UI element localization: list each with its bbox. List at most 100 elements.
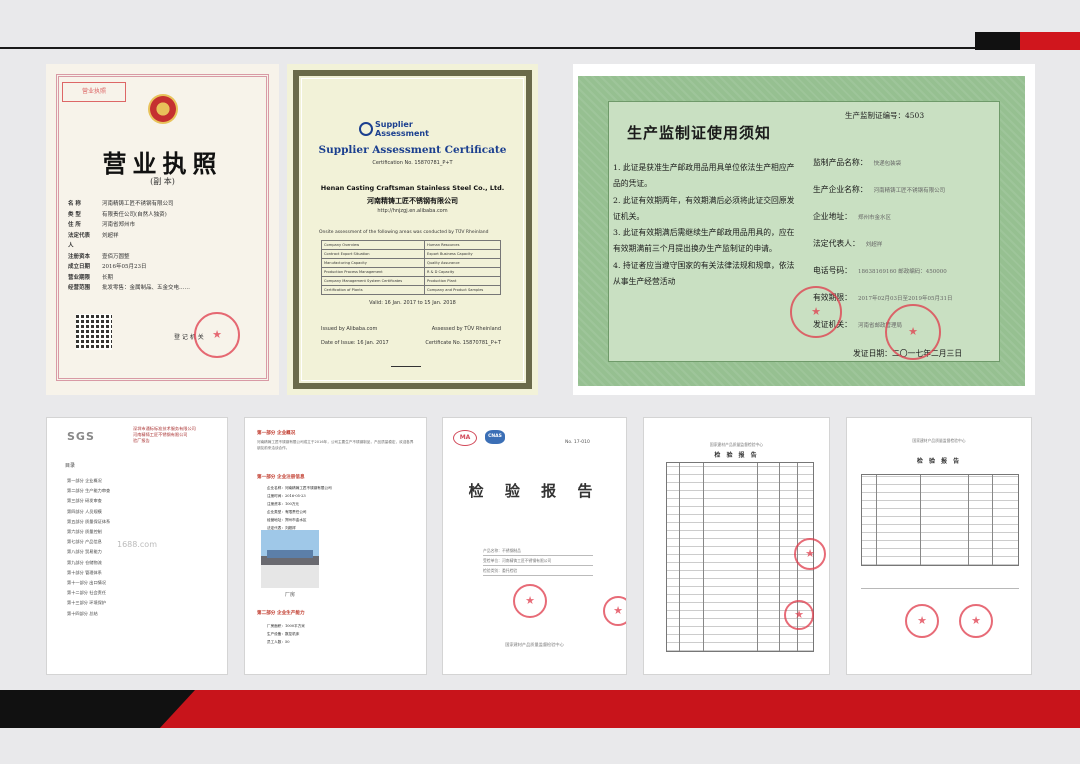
prod-field: 法定代表人： 刘超祥 [813,231,1013,258]
inspection-table-card-2: 国家建材产品质量监督检验中心 检 验 报 告 [847,418,1031,674]
license-row-value: 刘超祥 [102,232,119,239]
license-top-stamp: 营业执照 [62,82,126,102]
business-license-card: 营业执照 营业执照 (副 本) 名 称 河南精铸工匠不锈钢有限公司类 型 有限责任公… [46,64,279,395]
signature-line [391,354,421,367]
red-seal-icon [603,596,626,626]
assessment-cell: Export Business Capacity [424,249,501,259]
red-seal-icon [794,538,826,570]
table1-title: 检 验 报 告 [714,452,759,459]
prod-field-key: 生产企业名称： [813,185,868,194]
prod-cert-no: 生产监制证编号：4503 [845,110,924,121]
prod-field-key: 企业地址： [813,212,852,221]
prod-field: 监制产品名称： 快递包装袋 [813,150,1013,177]
supplier-assessment-card: Supplier Assessment Supplier Assessment … [287,64,538,395]
toc-item: 第十一部分 出口情况 [67,580,107,586]
license-row-value: 2016年05月23日 [102,264,147,270]
toc-item: 第六部分 质量控制 [67,529,102,535]
prod-field-key: 法定代表人： [813,239,860,248]
tuv-logo-icon [359,122,373,136]
profile-kv-item: 员工人数：50 [267,640,290,644]
license-rows: 名 称 河南精铸工匠不锈钢有限公司类 型 有限责任公司(自然人独资) 住 所 河南省郑州… [68,199,258,294]
assessment-cell: Production Plant [424,276,501,286]
supplier-footer-2: Date of Issue: 16 Jan. 2017 Certificate … [321,340,501,346]
assessment-table: Company Overview Human Resources Contract … [320,240,501,295]
red-seal-icon [959,604,993,638]
supplier-company-en: Henan Casting Craftsman Stainless Steel … [320,184,505,192]
assessment-cell: Company and Product Samples [424,285,501,295]
profile-kv-item: 生产设备：数控机床 [267,632,300,636]
assessment-cell: Production Process Management [320,267,426,277]
supplier-cert-no: Certification No. 15870781_P+T [372,160,453,166]
prod-cert-no-value: 4503 [905,111,925,120]
photo-caption: 厂房 [285,592,296,598]
license-row-value: 河南省郑州市 [102,222,136,228]
divider-line [861,588,1019,589]
report-line: 产品名称：不锈钢制品 [483,546,593,556]
prod-field-value: 郑州市金水区 [857,215,891,221]
report-title: 检 验 报 告 [468,482,601,500]
table2-title: 检 验 报 告 [916,458,962,465]
license-row-value: 壹佰万圆整 [102,253,130,260]
license-row-value: 批发零售：金属制品、五金交电…… [102,285,191,291]
license-row-value: 河南精铸工匠不锈钢有限公司 [102,201,174,207]
assessment-cell: Contract Export Situation [320,249,426,259]
prod-rules: 1. 此证是获准生产邮政用品用具单位依法生产相应产品的凭证。 2. 此证有效期两年… [613,160,798,290]
license-row: 名 称 河南精铸工匠不锈钢有限公司 [68,199,258,210]
license-row-value: 长期 [102,274,114,281]
prod-title: 生产监制证使用须知 [627,124,772,142]
assessment-cell: Company Overview [320,240,426,250]
license-row-value: 有限责任公司(自然人独资) [102,211,167,218]
assessment-cell: Company Management System Certificates [320,276,426,286]
prod-rule: 4. 持证者应当遵守国家的有关法律法规和规章，依法从事生产经营活动 [613,260,795,287]
assessment-row: Manufacturing Capacity Quality Assurance [320,258,501,268]
date-of-issue: Date of Issue: 16 Jan. 2017 [321,340,389,346]
prod-field-value: 18638169160 邮政编码：450000 [857,269,947,275]
license-row-key: 注册资本 [68,253,91,260]
toc-item: 第十三部分 环境保护 [67,600,107,606]
issued-by: Issued by Alibaba.com [321,326,378,332]
license-row: 注册资本 壹佰万圆整 [68,252,258,263]
prod-rule: 1. 此证是获准生产邮政用品用具单位依法生产相应产品的凭证。 [613,163,795,189]
red-seal-icon [905,604,939,638]
logo-line-1: Supplier [375,120,413,129]
license-row-key: 法定代表人 [68,232,91,250]
profile-kv-item: 注册资本：100万元 [267,502,300,506]
prod-field-value: 刘超祥 [865,242,883,248]
supplier-company-cn: 河南精铸工匠不锈钢有限公司 [367,196,458,205]
license-row: 营业期限 长期 [68,273,258,284]
assessment-cell: Human Resources [424,240,501,250]
top-black-accent [975,32,1020,50]
production-license-card: 生产监制证使用须知 生产监制证编号：4503 1. 此证是获准生产邮政用品用具单… [573,64,1035,395]
sgs-header: 深圳市通标标准技术服务有限公司 河南精铸工匠不锈钢有限公司 验厂报告 [133,426,196,443]
report-line: 受检单位：河南精铸工匠不锈钢有限公司 [483,556,593,566]
ma-logo-icon: MA [453,430,477,446]
license-row: 类 型 有限责任公司(自然人独资) [68,210,258,221]
supplier-valid: Valid: 16 Jan. 2017 to 15 Jan. 2018 [369,300,456,306]
report-footer: 国家建材产品质量监督检验中心 [505,642,564,647]
assessment-cell: Manufacturing Capacity [320,258,426,268]
sgs-report-card: SGS 深圳市通标标准技术服务有限公司 河南精铸工匠不锈钢有限公司 验厂报告 目… [47,418,227,674]
license-row: 住 所 河南省郑州市 [68,220,258,231]
profile-kv-item: 企业类型：有限责任公司 [267,510,307,514]
toc-item: 第五部分 质量保证体系 [67,518,111,524]
top-divider-line [0,47,975,49]
profile-kv2: 厂房面积：1000平方米 生产设备：数控机床 员工人数：50 [267,622,417,646]
license-row-key: 成立日期 [68,264,91,270]
toc-item: 第十部分 管理体系 [67,569,102,575]
report-line: 检验类别：委托检验 [483,566,593,576]
prod-field-key: 监制产品名称： [813,158,868,167]
prod-field-key: 电话号码： [813,266,852,275]
prod-field-value: 2017年02月03日至2019年05月31日 [857,296,953,302]
factory-photo [261,530,319,588]
sgs-toc-title: 目录 [65,463,76,469]
prod-cert-no-label: 生产监制证编号： [845,111,905,120]
logo-line-2: Assessment [375,129,429,138]
toc-item: 第十二部分 社会责任 [67,590,107,596]
sgs-logo: SGS [67,430,95,443]
assessment-cell: R & D Capacity [424,267,501,277]
assessment-cell: Quality Assurance [424,258,501,268]
red-seal-icon [885,304,941,360]
license-row-key: 名 称 [68,201,81,207]
profile-kv-item: 企业名称：河南精铸工匠不锈钢有限公司 [267,486,332,490]
profile-kv-item: 厂房面积：1000平方米 [267,624,305,628]
